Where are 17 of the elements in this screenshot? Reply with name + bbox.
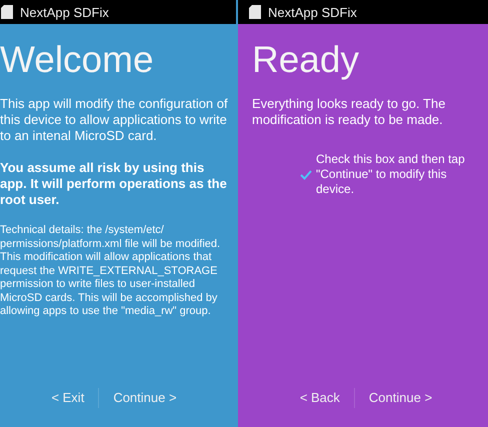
screen-heading: Welcome xyxy=(0,38,155,82)
app-title: NextApp SDFix xyxy=(268,4,357,20)
app-title: NextApp SDFix xyxy=(20,4,109,20)
paragraph: Technical details: the /system/etc/ permissions/platform.xml file will be modified. This modification will allow applications that request the WRITE_EXTERNAL_STORAGE permission to write files to user-installed MicroSD cards. This will be accomplished by allowing apps to use the "media_rw" group. xyxy=(0,224,222,318)
nav-button[interactable]: Continue > xyxy=(366,386,434,409)
sd-card-icon xyxy=(249,5,261,19)
nav-button[interactable]: Continue > xyxy=(111,386,179,409)
nav-button[interactable]: < Back xyxy=(298,386,342,409)
checkmark-icon xyxy=(300,170,312,180)
screen-heading: Ready xyxy=(252,38,360,82)
paragraph: Everything looks ready to go. The modification is ready to be made. xyxy=(252,96,446,128)
paragraph: You assume all risk by using this app. It will perform operations as the root user. xyxy=(0,160,228,208)
sd-card-icon xyxy=(1,5,13,19)
nav-button[interactable]: < Exit xyxy=(49,386,86,409)
checkbox-label: Check this box and then tap "Continue" to modify this device. xyxy=(316,152,466,197)
checkbox[interactable] xyxy=(300,170,312,180)
paragraph: This app will modify the configuration of this device to allow applications to write to an intenal MicroSD card. xyxy=(0,96,228,144)
